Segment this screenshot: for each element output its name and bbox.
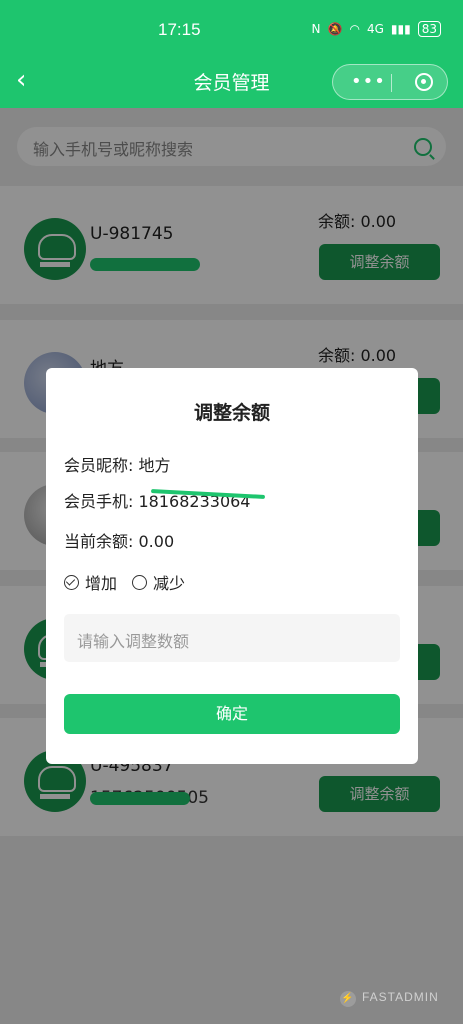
signal-icon: ▮▮▮ xyxy=(390,22,411,36)
watermark-text: FASTADMIN xyxy=(362,990,439,1004)
bolt-icon: ⚡ xyxy=(340,991,356,1007)
wifi-icon: ◠ xyxy=(349,22,360,36)
dialog-title: 调整余额 xyxy=(193,402,270,424)
nickname-value: 地方 xyxy=(138,456,171,475)
balance-value: 0.00 xyxy=(138,532,175,551)
amount-placeholder: 请输入调整数额 xyxy=(77,632,190,651)
status-bar: 17:15 N 🔕 ◠ 4G ▮▮▮ 83 xyxy=(0,0,463,56)
watermark: ⚡ FASTADMIN xyxy=(340,990,439,1007)
confirm-button[interactable]: 确定 xyxy=(64,694,400,734)
nav-bar: ‹ 会员管理 ••• xyxy=(0,56,463,108)
adjust-balance-dialog: 调整余额 会员昵称: 地方 会员手机: 18168233064 当前余额: 0.… xyxy=(46,368,418,764)
nfc-icon: N xyxy=(311,22,321,36)
more-icon[interactable]: ••• xyxy=(351,73,386,91)
unchecked-circle-icon[interactable] xyxy=(132,574,147,590)
capsule-divider xyxy=(391,74,392,92)
radio-add[interactable]: 增加 xyxy=(64,570,117,594)
status-time: 17:15 xyxy=(158,20,201,39)
close-target-icon[interactable] xyxy=(415,73,433,91)
nickname-row: 会员昵称: 地方 xyxy=(64,452,171,476)
battery-icon: 83 xyxy=(417,21,441,37)
phone-label: 会员手机: xyxy=(64,492,134,511)
checked-circle-icon[interactable] xyxy=(64,574,79,590)
radio-subtract-label: 减少 xyxy=(153,574,186,593)
amount-input[interactable]: 请输入调整数额 xyxy=(64,614,400,662)
network-label: 4G xyxy=(366,22,384,36)
radio-subtract[interactable]: 减少 xyxy=(132,570,185,594)
mini-program-capsule: ••• xyxy=(332,64,448,100)
balance-row: 当前余额: 0.00 xyxy=(64,528,174,552)
radio-add-label: 增加 xyxy=(85,574,118,593)
mute-icon: 🔕 xyxy=(327,22,343,36)
balance-label: 当前余额: xyxy=(64,532,134,551)
nickname-label: 会员昵称: xyxy=(64,456,134,475)
